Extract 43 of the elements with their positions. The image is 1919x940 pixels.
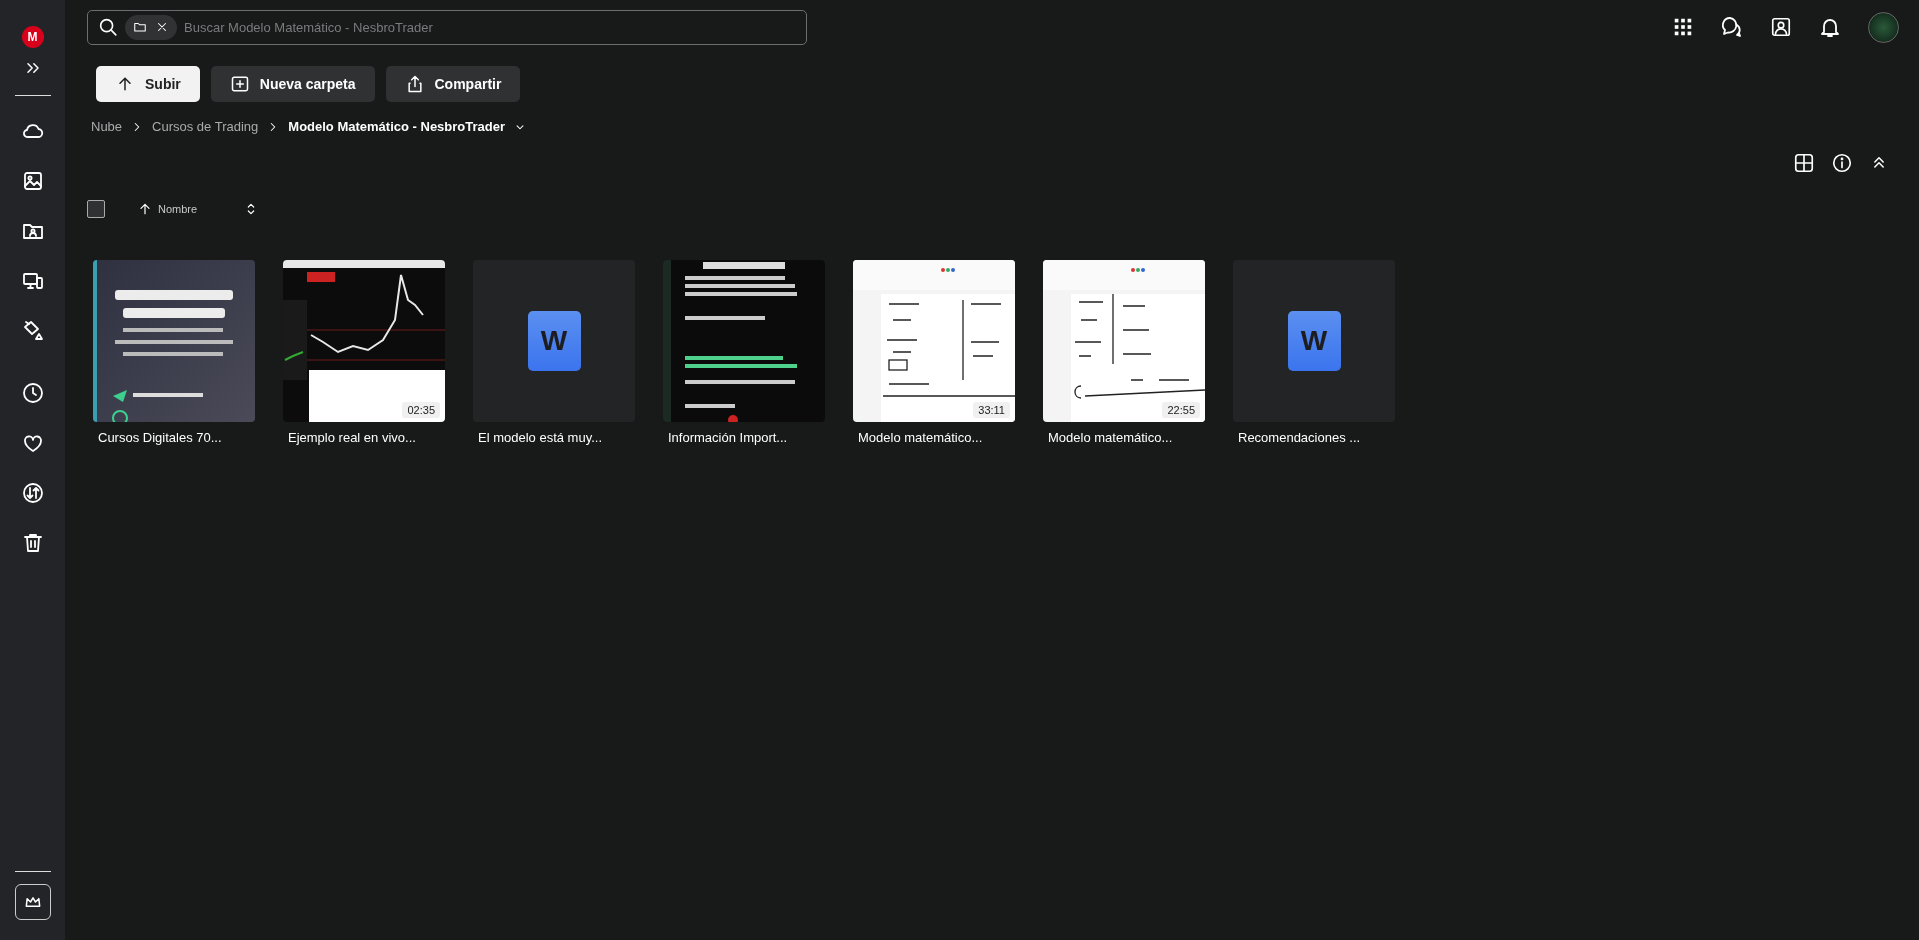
new-folder-icon xyxy=(229,74,250,94)
contacts-button[interactable] xyxy=(1770,16,1792,38)
file-name[interactable]: Modelo matemático... xyxy=(853,430,1015,445)
breadcrumb-item[interactable]: Nube xyxy=(91,119,123,134)
chat-icon xyxy=(1720,15,1744,39)
word-file-icon: W xyxy=(1287,311,1341,371)
search-field[interactable]: Buscar Modelo Matemático - NesbroTrader xyxy=(87,9,807,45)
file-name[interactable]: Cursos Digitales 70... xyxy=(93,430,255,445)
action-button[interactable]: Subir xyxy=(96,66,200,102)
action-button[interactable]: Compartir xyxy=(385,66,521,102)
word-file-icon: W xyxy=(527,311,581,371)
contacts-icon xyxy=(1770,16,1792,38)
info-icon xyxy=(1831,152,1853,174)
video-duration: 33:11 xyxy=(973,402,1010,418)
file-name[interactable]: Ejemplo real en vivo... xyxy=(283,430,445,445)
file-name[interactable]: El modelo está muy... xyxy=(473,430,635,445)
action-button[interactable]: Nueva carpeta xyxy=(210,66,375,102)
transfer-icon xyxy=(20,481,45,505)
pro-button[interactable] xyxy=(14,884,51,920)
file-name[interactable]: Recomendaciones ... xyxy=(1233,430,1395,445)
breadcrumb-item[interactable]: Modelo Matemático - NesbroTrader xyxy=(288,119,506,134)
sort-label[interactable]: Nombre xyxy=(158,203,198,215)
file-name[interactable]: Modelo matemático... xyxy=(1043,430,1205,445)
clock-icon xyxy=(20,381,45,405)
view-toggle-button[interactable] xyxy=(1793,152,1815,174)
file-name[interactable]: Información Import... xyxy=(663,430,825,445)
document-thumbnail[interactable]: W xyxy=(473,260,635,422)
close-icon[interactable] xyxy=(155,20,169,34)
folder-icon xyxy=(133,20,147,34)
avatar[interactable] xyxy=(1868,11,1899,43)
document-thumbnail[interactable]: W xyxy=(1233,260,1395,422)
grid-icon xyxy=(1793,152,1815,174)
info-button[interactable] xyxy=(1831,152,1853,174)
breadcrumb-item[interactable]: Cursos de Trading xyxy=(152,119,259,134)
chat-button[interactable] xyxy=(1720,15,1744,39)
apps-button[interactable] xyxy=(1672,16,1694,38)
sort-arrow-icon xyxy=(137,201,153,217)
select-all-checkbox[interactable] xyxy=(87,200,105,218)
mega-logo[interactable]: M xyxy=(21,26,44,48)
video-duration: 02:35 xyxy=(402,402,440,418)
folder-filter-chip[interactable] xyxy=(125,14,177,40)
video-duration: 22:55 xyxy=(1162,402,1200,418)
apps-icon xyxy=(1672,16,1694,38)
